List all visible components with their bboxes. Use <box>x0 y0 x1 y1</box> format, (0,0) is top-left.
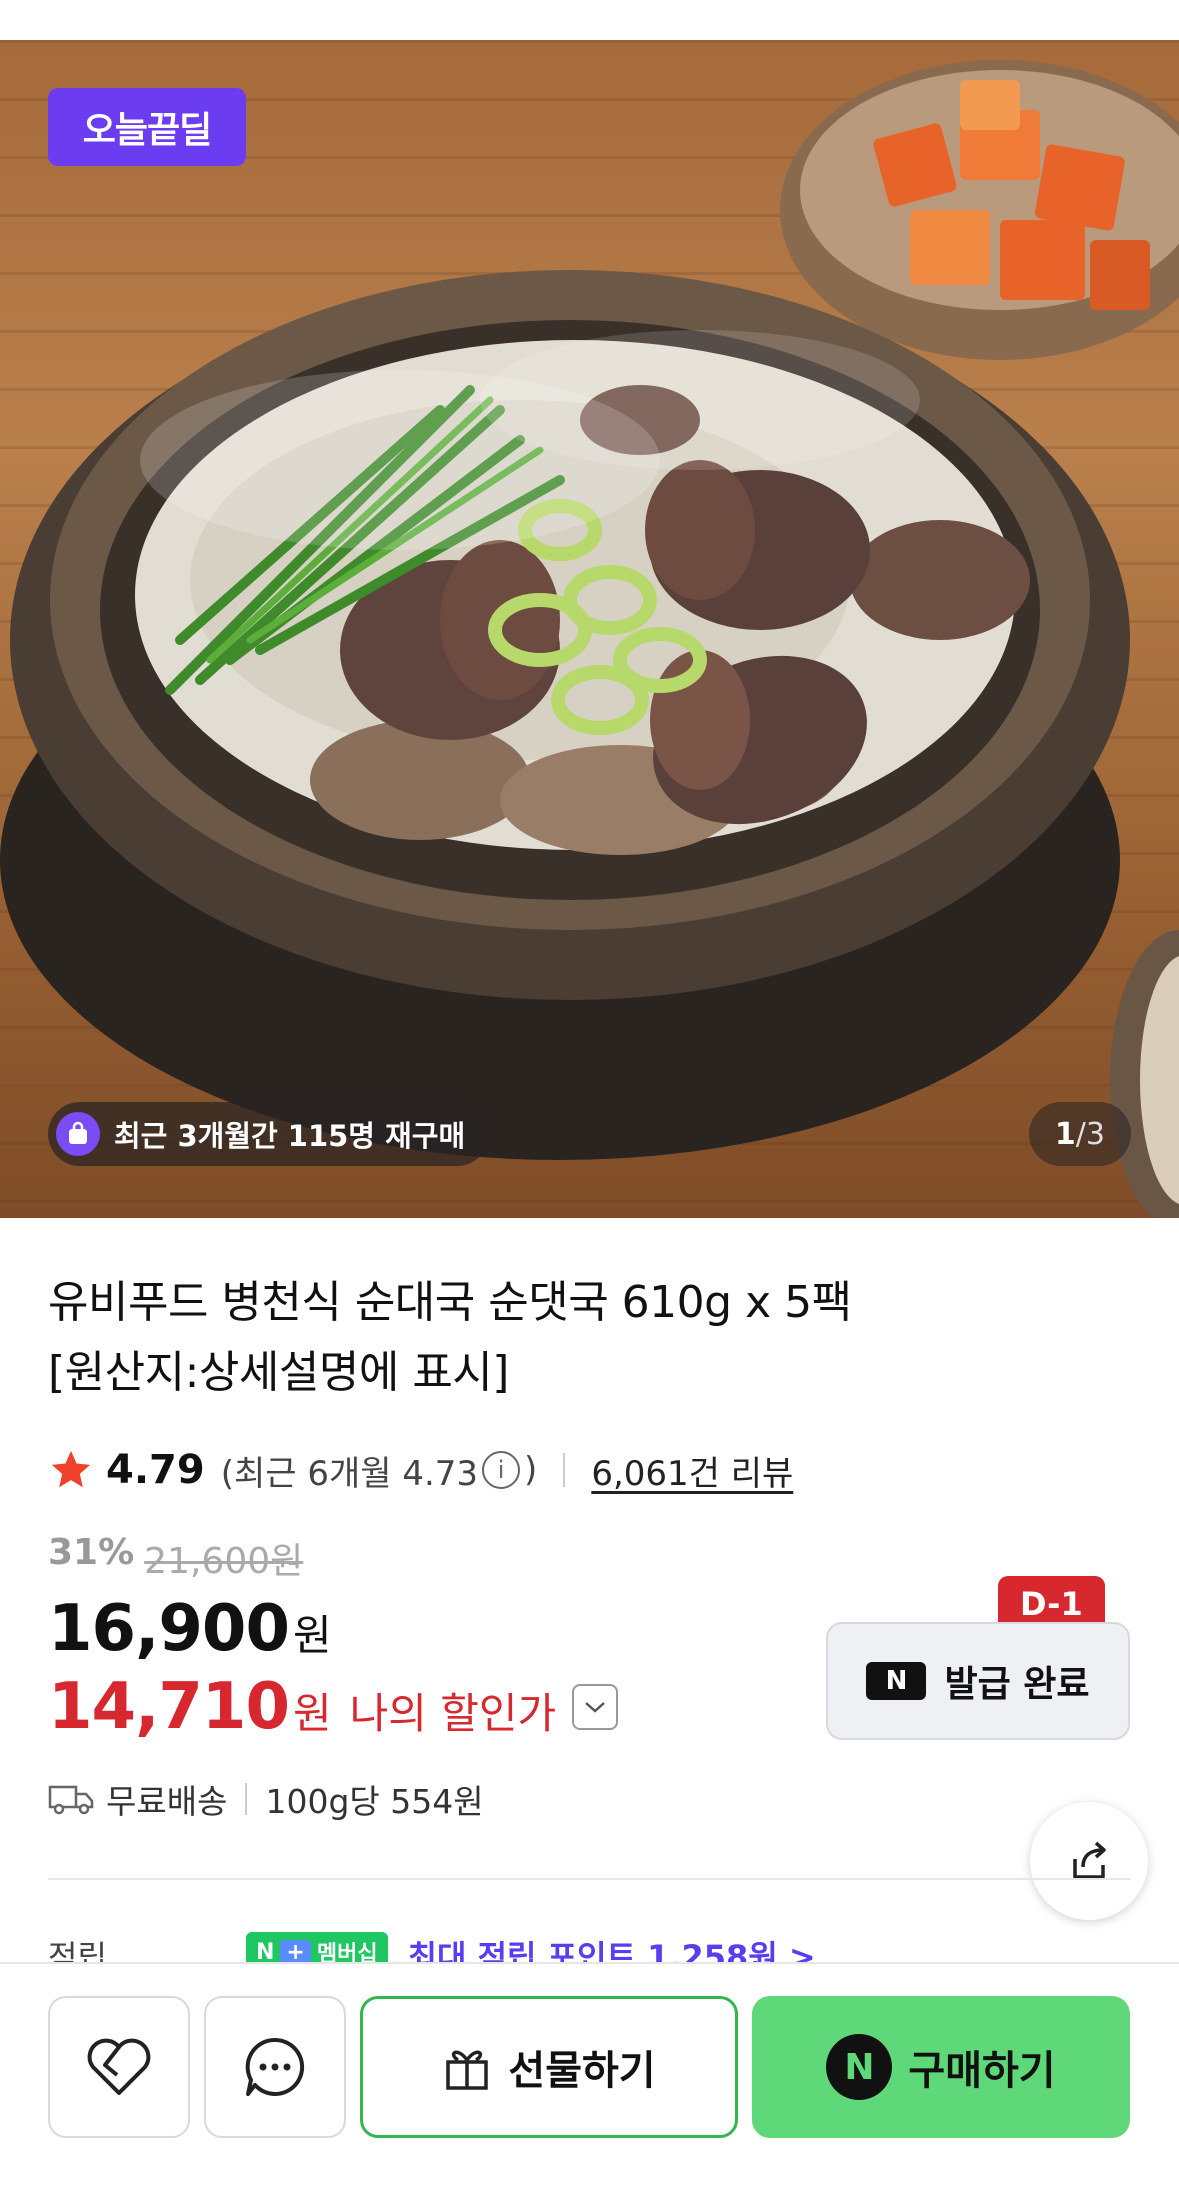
reviews-link[interactable]: 6,061건 리뷰 <box>591 1446 793 1495</box>
product-image[interactable]: 오늘끝딜 최근 3개월간 115명 재구매 1 / 3 <box>0 40 1179 1218</box>
heart-icon <box>87 2038 151 2095</box>
repurchase-info: 최근 3개월간 115명 재구매 <box>48 1102 490 1166</box>
star-icon <box>51 1450 91 1488</box>
page-separator: / <box>1075 1116 1086 1152</box>
membership-plus: + <box>280 1939 311 1965</box>
page-total: 3 <box>1085 1116 1105 1152</box>
shipping-row: 무료배송 100g당 554원 <box>48 1774 484 1824</box>
my-price-unit: 원 <box>292 1689 332 1738</box>
buy-button[interactable]: N 구매하기 <box>752 1996 1130 2138</box>
original-price: 21,600원 <box>144 1541 304 1582</box>
discount-rate: 31% <box>48 1532 135 1573</box>
unit-price: 100g당 554원 <box>265 1782 484 1821</box>
image-page-counter: 1 / 3 <box>1028 1102 1131 1166</box>
recent-rating-close: ) <box>524 1450 538 1490</box>
divider <box>563 1453 566 1487</box>
my-price-label: 나의 할인가 <box>349 1689 557 1738</box>
discount-row: 31% 21,600원 <box>48 1532 303 1584</box>
truck-icon <box>48 1785 94 1815</box>
repurchase-text: 최근 3개월간 115명 재구매 <box>114 1119 466 1153</box>
section-divider <box>48 1878 1131 1880</box>
info-icon[interactable]: i <box>482 1451 521 1489</box>
chevron-down-icon[interactable] <box>572 1684 619 1730</box>
free-shipping: 무료배송 <box>106 1782 228 1821</box>
my-price-value: 14,710 <box>48 1670 290 1744</box>
naver-pay-icon: N <box>826 2034 893 2100</box>
gift-button[interactable]: 선물하기 <box>360 1996 738 2138</box>
sale-price: 16,900 원 <box>48 1592 332 1666</box>
product-title-line2: [원산지:상세설명에 표시] <box>48 1347 509 1398</box>
gift-label: 선물하기 <box>508 2048 656 2094</box>
rating-score: 4.79 <box>106 1447 205 1493</box>
recent-rating: (최근 6개월 4.73 i ) <box>221 1446 538 1495</box>
product-title-line1: 유비푸드 병천식 순대국 순댓국 610g x 5팩 <box>48 1277 852 1328</box>
soup-photo <box>0 60 1179 1218</box>
talk-button[interactable] <box>204 1996 346 2138</box>
sale-price-value: 16,900 <box>48 1592 290 1666</box>
divider <box>245 1783 248 1815</box>
coupon-issued-button[interactable]: N 발급 완료 <box>826 1622 1130 1740</box>
buy-label: 구매하기 <box>908 2048 1056 2094</box>
sale-price-unit: 원 <box>292 1611 332 1660</box>
rating-row: 4.79 (최근 6개월 4.73 i ) 6,061건 리뷰 <box>48 1442 793 1498</box>
product-title: 유비푸드 병천식 순대국 순댓국 610g x 5팩 [원산지:상세설명에 표시… <box>48 1268 1008 1408</box>
share-icon <box>1073 1841 1106 1879</box>
my-discount-price[interactable]: 14,710 원 나의 할인가 <box>48 1670 619 1744</box>
membership-n: N <box>256 1939 275 1965</box>
bottom-action-bar: 선물하기 N 구매하기 <box>0 1962 1179 2198</box>
coupon-label: 발급 완료 <box>944 1664 1090 1705</box>
chat-bubble-icon <box>245 2037 305 2096</box>
shopping-bag-icon <box>56 1112 100 1156</box>
today-deal-badge: 오늘끝딜 <box>48 88 246 166</box>
recent-rating-text: (최근 6개월 4.73 <box>220 1453 479 1494</box>
gift-icon <box>446 2050 489 2090</box>
wishlist-button[interactable] <box>48 1996 190 2138</box>
share-button[interactable] <box>1030 1802 1148 1920</box>
naver-n-icon: N <box>866 1662 927 1700</box>
page-current: 1 <box>1054 1116 1076 1152</box>
